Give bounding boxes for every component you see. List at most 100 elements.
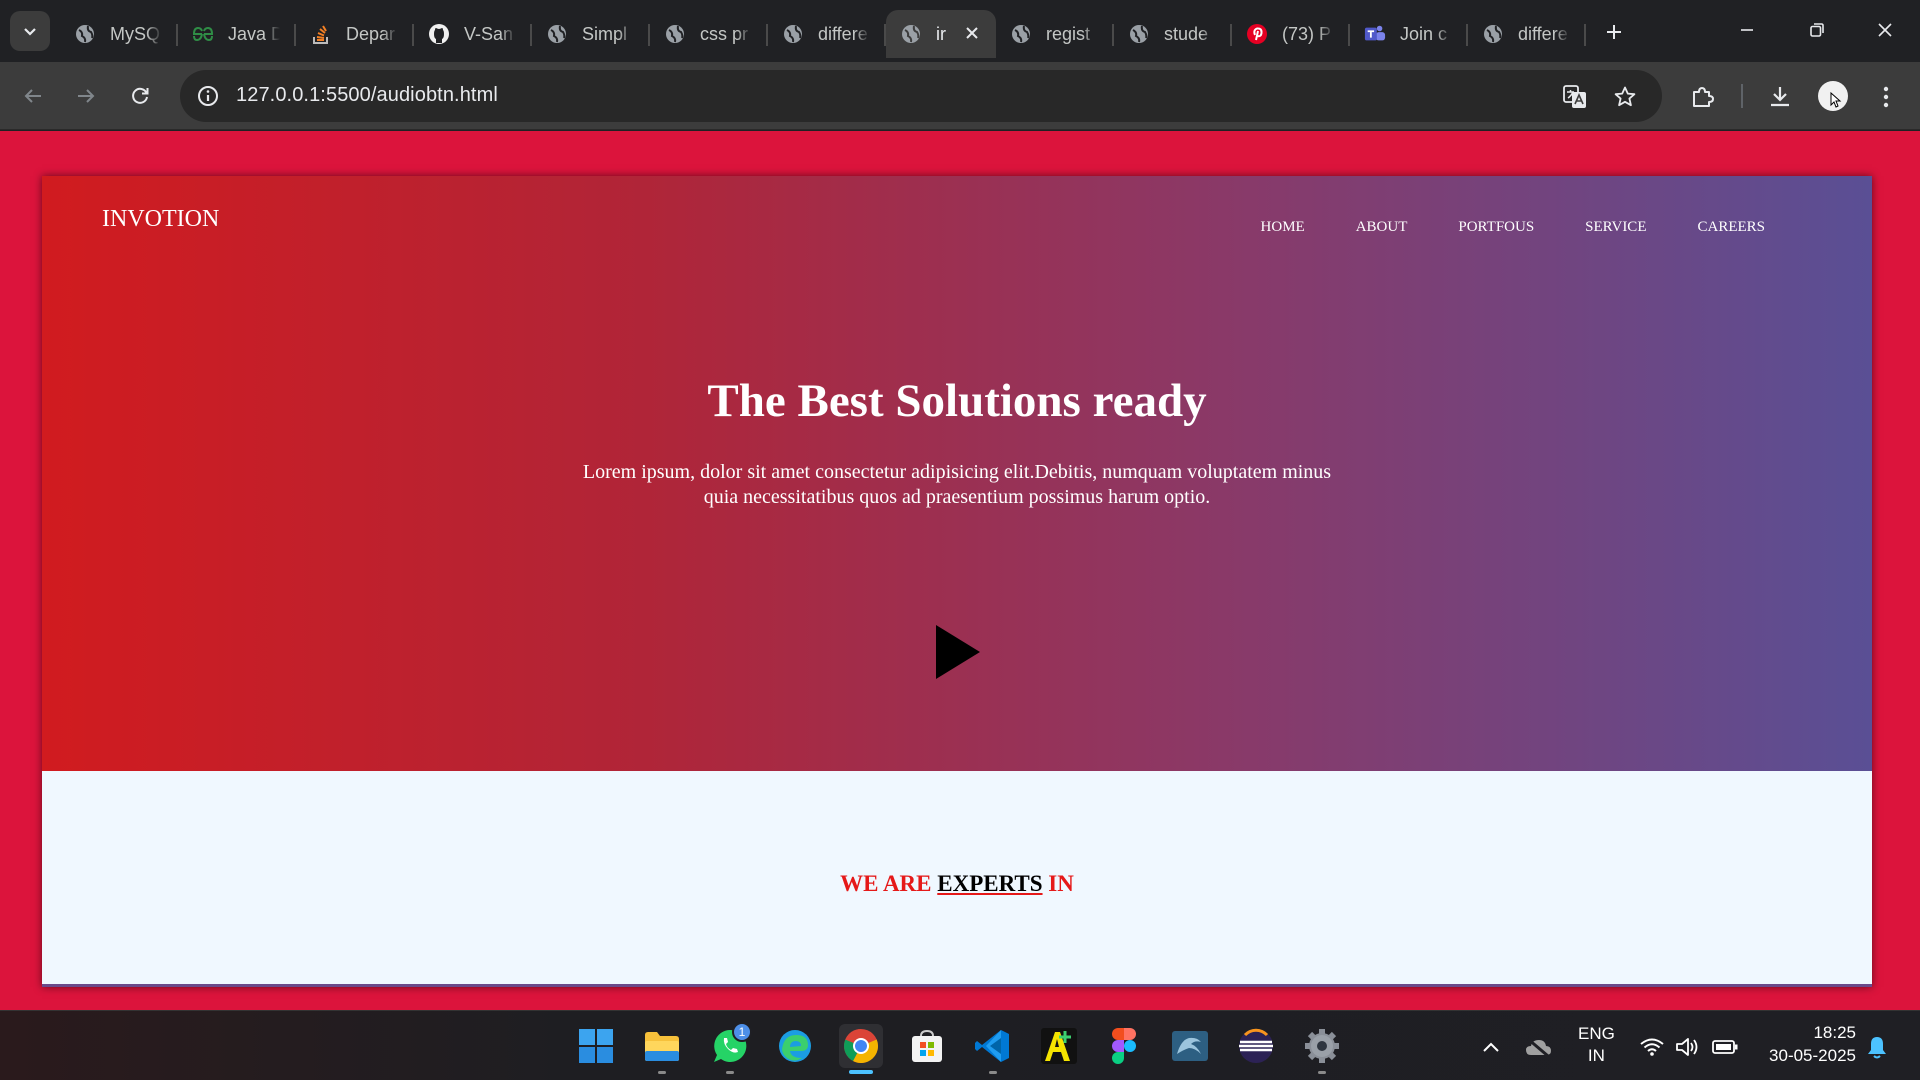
tab-stude[interactable]: stude (1114, 10, 1232, 58)
extensions-button[interactable] (1688, 82, 1718, 112)
more-vert-icon (1883, 86, 1889, 108)
close-window-button[interactable] (1860, 10, 1910, 50)
tab-teams[interactable]: Join c (1350, 10, 1468, 58)
downloads-button[interactable] (1765, 82, 1795, 112)
translate-button[interactable] (1562, 84, 1588, 110)
close-tab-button[interactable] (962, 23, 982, 43)
reload-button[interactable] (122, 78, 158, 114)
tab-label: differe (1518, 23, 1568, 44)
gfg-icon (192, 23, 214, 45)
address-bar[interactable]: 127.0.0.1:5500/audiobtn.html (180, 70, 1662, 122)
figma-button[interactable] (1102, 1024, 1146, 1068)
tab-depar[interactable]: Depar (296, 10, 414, 58)
plus-icon (1607, 25, 1621, 39)
restore-icon (1810, 23, 1824, 37)
tab-java[interactable]: Java D (178, 10, 296, 58)
tab-differe[interactable]: differe (768, 10, 886, 58)
tab-active[interactable]: ir (886, 10, 996, 58)
nav-home[interactable]: HOME (1261, 219, 1305, 236)
volume-button[interactable] (1674, 1033, 1702, 1061)
stackoverflow-icon (310, 23, 332, 45)
bell-icon (1868, 1037, 1886, 1059)
tab-search-button[interactable] (10, 11, 50, 51)
nav-service[interactable]: SERVICE (1585, 219, 1646, 236)
restore-button[interactable] (1792, 10, 1842, 50)
teams-icon (1364, 23, 1386, 45)
tab-simpl[interactable]: Simpl (532, 10, 650, 58)
notifications-button[interactable] (1863, 1033, 1891, 1061)
microsoft-store-button[interactable] (905, 1024, 949, 1068)
notification-badge: 1 (732, 1022, 752, 1042)
download-icon (1771, 87, 1789, 107)
wifi-icon (1640, 1038, 1664, 1056)
show-hidden-icons-button[interactable] (1477, 1033, 1505, 1061)
globe-icon (900, 23, 922, 45)
onedrive-button[interactable] (1524, 1033, 1552, 1061)
close-icon (1878, 23, 1892, 37)
play-button[interactable] (933, 623, 983, 681)
tab-github[interactable]: V-San (414, 10, 532, 58)
tab-label: (73) P (1282, 23, 1332, 44)
back-button[interactable] (15, 78, 51, 114)
tab-differe-2[interactable]: differe (1468, 10, 1586, 58)
profile-avatar[interactable] (1818, 81, 1848, 111)
globe-icon (1010, 23, 1032, 45)
tab-label: MySQ (110, 23, 161, 44)
browser-menu-button[interactable] (1871, 82, 1901, 112)
tab-regist[interactable]: regist (996, 10, 1114, 58)
edge-button[interactable] (773, 1024, 817, 1068)
nav-about[interactable]: ABOUT (1356, 219, 1408, 236)
hero-description: Lorem ipsum, dolor sit amet consectetur … (582, 461, 1332, 508)
brand-logo[interactable]: INVOTION (102, 206, 219, 233)
system-clock[interactable]: 18:25 30-05-2025 (1769, 1021, 1856, 1067)
experts-suffix: IN (1042, 871, 1074, 896)
mysql-workbench-button[interactable] (1168, 1024, 1212, 1068)
hero-headline: The Best Solutions ready (707, 375, 1207, 427)
mysql-workbench-icon (1172, 1031, 1208, 1061)
browser-toolbar: 127.0.0.1:5500/audiobtn.html (0, 62, 1920, 130)
edge-icon (779, 1030, 811, 1062)
running-indicator (1318, 1071, 1326, 1074)
font-app-icon (1041, 1028, 1077, 1064)
reload-icon (132, 87, 149, 104)
eclipse-icon (1239, 1028, 1273, 1063)
font-app-button[interactable] (1037, 1024, 1081, 1068)
tab-label: css pr (700, 23, 749, 44)
eclipse-button[interactable] (1234, 1024, 1278, 1068)
wifi-button[interactable] (1638, 1033, 1666, 1061)
cursor-icon (1830, 91, 1842, 108)
minimize-button[interactable] (1722, 10, 1772, 50)
tab-pinterest[interactable]: (73) P (1232, 10, 1350, 58)
microsoft-store-icon (912, 1029, 942, 1062)
tab-label: V-San (464, 23, 514, 44)
globe-icon (782, 23, 804, 45)
globe-icon (1128, 23, 1150, 45)
file-explorer-button[interactable] (640, 1024, 684, 1074)
input-language-indicator[interactable]: ENG IN (1578, 1023, 1615, 1067)
new-tab-button[interactable] (1598, 16, 1630, 48)
tab-mysql[interactable]: MySQ (60, 10, 178, 58)
github-icon (428, 23, 450, 45)
start-button[interactable] (574, 1024, 618, 1068)
nav-careers[interactable]: CAREERS (1697, 219, 1765, 236)
tab-label: differe (818, 23, 868, 44)
tab-strip: MySQ Java D Depar V-San Simpl css pr dif… (0, 0, 1920, 62)
site-info-icon[interactable] (196, 84, 220, 108)
globe-icon (664, 23, 686, 45)
chrome-button[interactable] (839, 1024, 883, 1074)
language-code: ENG (1578, 1024, 1615, 1043)
settings-icon (1305, 1029, 1339, 1063)
whatsapp-button[interactable]: 1 (708, 1022, 752, 1074)
url-text[interactable]: 127.0.0.1:5500/audiobtn.html (236, 84, 498, 107)
file-explorer-icon (645, 1032, 679, 1061)
settings-button[interactable] (1300, 1024, 1344, 1074)
tab-css[interactable]: css pr (650, 10, 768, 58)
clock-date: 30-05-2025 (1769, 1046, 1856, 1065)
forward-button[interactable] (68, 78, 104, 114)
bookmark-button[interactable] (1612, 84, 1638, 110)
nav-portfous[interactable]: PORTFOUS (1458, 219, 1534, 236)
vscode-button[interactable] (971, 1024, 1015, 1074)
battery-button[interactable] (1711, 1033, 1739, 1061)
windows-start-icon (579, 1029, 613, 1063)
active-indicator (849, 1070, 873, 1074)
